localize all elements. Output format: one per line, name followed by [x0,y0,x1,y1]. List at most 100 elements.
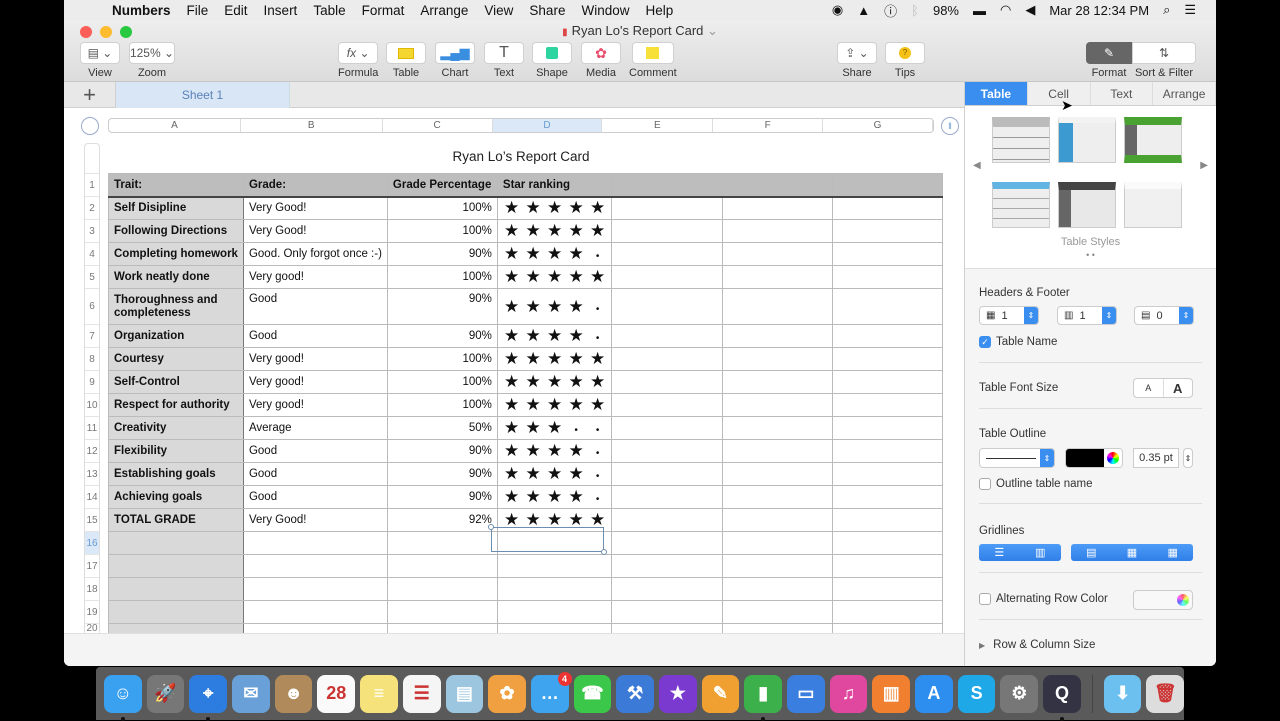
insert-text-button[interactable]: T Text [484,42,524,79]
tab-arrange[interactable]: Arrange [1153,82,1216,105]
star-ranking-cell[interactable]: ★ ★ ★ ★ • [496,439,613,463]
row-header-9[interactable]: 9 [85,371,99,394]
dock-keynote-icon[interactable]: ▭ [787,674,825,713]
grade-cell[interactable]: Good. Only forgot once :-) [242,242,388,266]
header-column-gridlines-icon[interactable]: ▤ [1086,546,1096,559]
row-header-4[interactable]: 4 [85,243,99,266]
empty-cell[interactable] [832,347,944,371]
grade-cell[interactable]: Good [242,485,388,509]
empty-cell[interactable] [496,600,613,624]
table-style-6[interactable] [1124,182,1182,228]
empty-cell[interactable] [722,242,834,266]
dock-app-store-icon[interactable]: A [915,674,953,713]
empty-cell[interactable] [496,577,613,601]
menu-arrange[interactable]: Arrange [420,3,468,18]
add-sheet-button[interactable]: + [64,82,116,108]
selection-handle-top-left[interactable] [488,524,494,530]
grade-cell[interactable]: Very Good! [242,508,388,532]
empty-cell[interactable] [611,265,724,289]
empty-cell[interactable] [722,370,834,394]
sort-filter-button[interactable]: ⇅ Sort & Filter [1132,42,1196,79]
row-header-1[interactable]: 1 [85,174,99,197]
table-name[interactable]: Ryan Lo’s Report Card [108,149,934,164]
header-row-gridlines-icon[interactable]: ▦ [1127,546,1137,559]
header-cell[interactable]: Trait: [108,173,244,198]
accessibility-icon[interactable]: ⓘ [884,1,897,20]
empty-cell[interactable] [832,288,944,325]
dock-reminders-icon[interactable]: ☰ [402,674,441,713]
empty-cell[interactable] [832,600,944,624]
empty-cell[interactable] [722,196,834,220]
empty-cell[interactable] [832,324,944,348]
row-header-15[interactable]: 15 [85,509,99,532]
dock-calendar-icon[interactable]: 28 [317,674,356,713]
empty-header-cell[interactable] [722,173,834,198]
menu-edit[interactable]: Edit [224,3,247,18]
row-header-12[interactable]: 12 [85,440,99,463]
tab-table[interactable]: Table [965,82,1028,105]
sheet-tab[interactable]: Sheet 1 [116,82,290,108]
star-ranking-cell[interactable]: ★ ★ ★ ★ ★ [496,347,613,371]
empty-cell[interactable] [611,623,724,634]
grade-percentage-cell[interactable]: 100% [386,196,498,220]
view-button[interactable]: ▤ ⌄ View [80,42,120,79]
trait-cell[interactable]: Self-Control [108,370,244,394]
empty-cell[interactable] [722,265,834,289]
share-button[interactable]: ⇪ ⌄ Share [837,42,877,79]
dock-safari-icon[interactable]: ⌖ [189,674,228,721]
dock-contacts-icon[interactable]: ☻ [274,674,313,713]
trait-cell[interactable]: Work neatly done [108,265,244,289]
empty-cell[interactable] [611,196,724,220]
dock-ibooks-icon[interactable]: ▥ [872,674,911,713]
empty-cell[interactable] [386,531,498,555]
stepper-arrows-icon[interactable]: ⇕ [1102,307,1116,324]
empty-cell[interactable] [832,219,944,243]
insert-comment-button[interactable]: Comment [629,42,677,79]
empty-cell[interactable] [832,577,944,601]
star-ranking-cell[interactable]: ★ ★ ★ ★ ★ [496,219,613,243]
menu-file[interactable]: File [187,3,209,18]
row-header-3[interactable]: 3 [85,220,99,243]
zoom-button[interactable]: 125% ⌄ Zoom [129,42,175,79]
menu-insert[interactable]: Insert [264,3,298,18]
stepper-arrows-icon[interactable]: ⇕ [1179,307,1193,324]
empty-cell[interactable] [611,577,724,601]
empty-cell[interactable] [832,623,944,634]
empty-cell[interactable] [832,242,944,266]
empty-cell[interactable] [832,439,944,463]
dock-notes-icon[interactable]: ≡ [360,674,398,713]
trait-cell[interactable] [108,577,244,601]
grade-cell[interactable]: Good [242,439,388,463]
row-header-5[interactable]: 5 [85,266,99,289]
outline-style-select[interactable]: ⇕ [979,448,1055,468]
empty-cell[interactable] [386,577,498,601]
empty-cell[interactable] [611,485,724,509]
empty-cell[interactable] [611,600,724,624]
dock-xcode-icon[interactable]: ⚒ [616,674,654,713]
trait-cell[interactable]: Following Directions [108,219,244,243]
spotlight-icon[interactable]: ⌕ [1163,2,1170,18]
insert-shape-button[interactable]: Shape [532,42,572,79]
stepper-arrows-icon[interactable]: ⇕ [1024,307,1038,324]
empty-cell[interactable] [722,508,834,532]
grade-percentage-cell[interactable]: 90% [386,439,498,463]
empty-cell[interactable] [611,393,724,417]
bluetooth-icon[interactable]: ᛒ [911,3,919,18]
row-header-19[interactable]: 19 [85,601,99,624]
empty-cell[interactable] [722,462,834,486]
dock-numbers-icon[interactable]: ▮ [744,674,782,721]
drive-icon[interactable]: ▲ [857,3,870,18]
empty-cell[interactable] [611,416,724,440]
dock-skype-icon[interactable]: S [957,674,996,713]
outline-table-name-checkbox[interactable]: Outline table name [979,478,1093,490]
empty-cell[interactable] [832,265,944,289]
grade-percentage-cell[interactable]: 50% [386,416,498,440]
star-ranking-cell[interactable]: ★ ★ ★ ★ • [496,288,613,325]
empty-cell[interactable] [722,600,834,624]
selection-handle-bottom-right[interactable] [601,549,607,555]
record-icon[interactable]: ◉ [832,2,843,18]
empty-header-cell[interactable] [611,173,724,198]
tab-cell[interactable]: Cell [1027,82,1091,105]
row-header-11[interactable]: 11 [85,417,99,440]
empty-cell[interactable] [611,370,724,394]
